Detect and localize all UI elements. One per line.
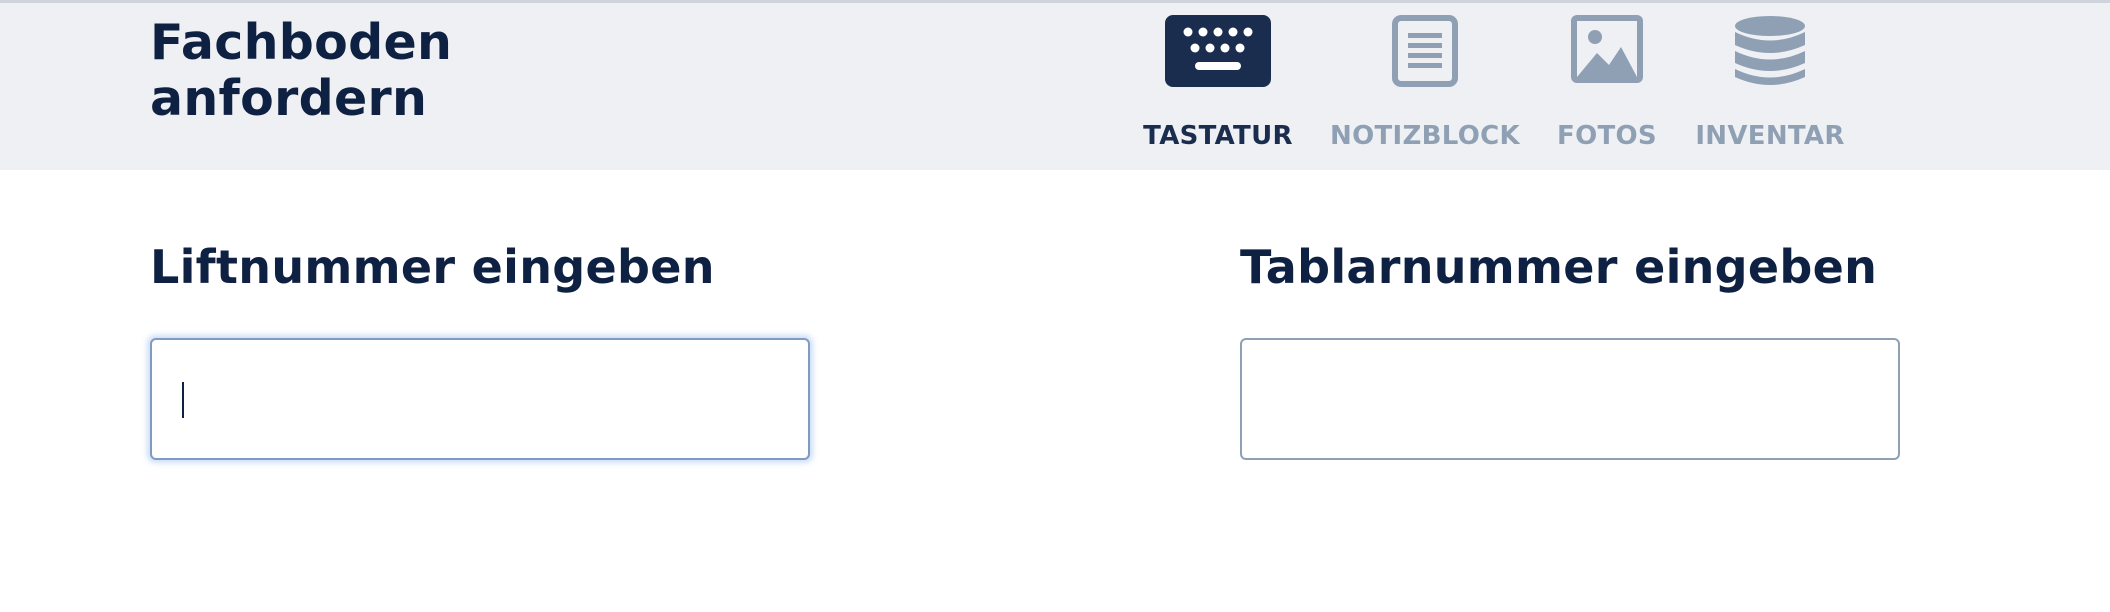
database-icon [1735, 16, 1805, 85]
nav-tab-fotos[interactable]: FOTOS [1552, 15, 1662, 165]
nav-tab-tastatur[interactable]: TASTATUR [1138, 15, 1298, 165]
notepad-icon [1392, 15, 1458, 87]
nav-tab-notizblock[interactable]: NOTIZBLOCK [1325, 15, 1525, 165]
text-cursor [182, 382, 184, 418]
page-title: Fachboden anfordern [150, 14, 453, 127]
nav-tab-inventar-label: INVENTAR [1695, 121, 1845, 151]
app-header: Fachboden anfordern TASTATUR NOTIZBLOCK [0, 3, 2110, 170]
tablar-number-label: Tablarnummer eingeben [1240, 240, 1878, 294]
nav-tab-inventar[interactable]: INVENTAR [1690, 15, 1850, 165]
nav-tab-fotos-label: FOTOS [1557, 121, 1657, 151]
nav-tab-notizblock-label: NOTIZBLOCK [1330, 121, 1520, 151]
tablar-number-input[interactable] [1240, 338, 1900, 460]
nav-tab-tastatur-label: TASTATUR [1143, 121, 1293, 151]
lift-number-label: Liftnummer eingeben [150, 240, 715, 294]
lift-number-input[interactable] [150, 338, 810, 460]
keyboard-icon [1165, 15, 1271, 87]
image-icon [1571, 15, 1643, 83]
